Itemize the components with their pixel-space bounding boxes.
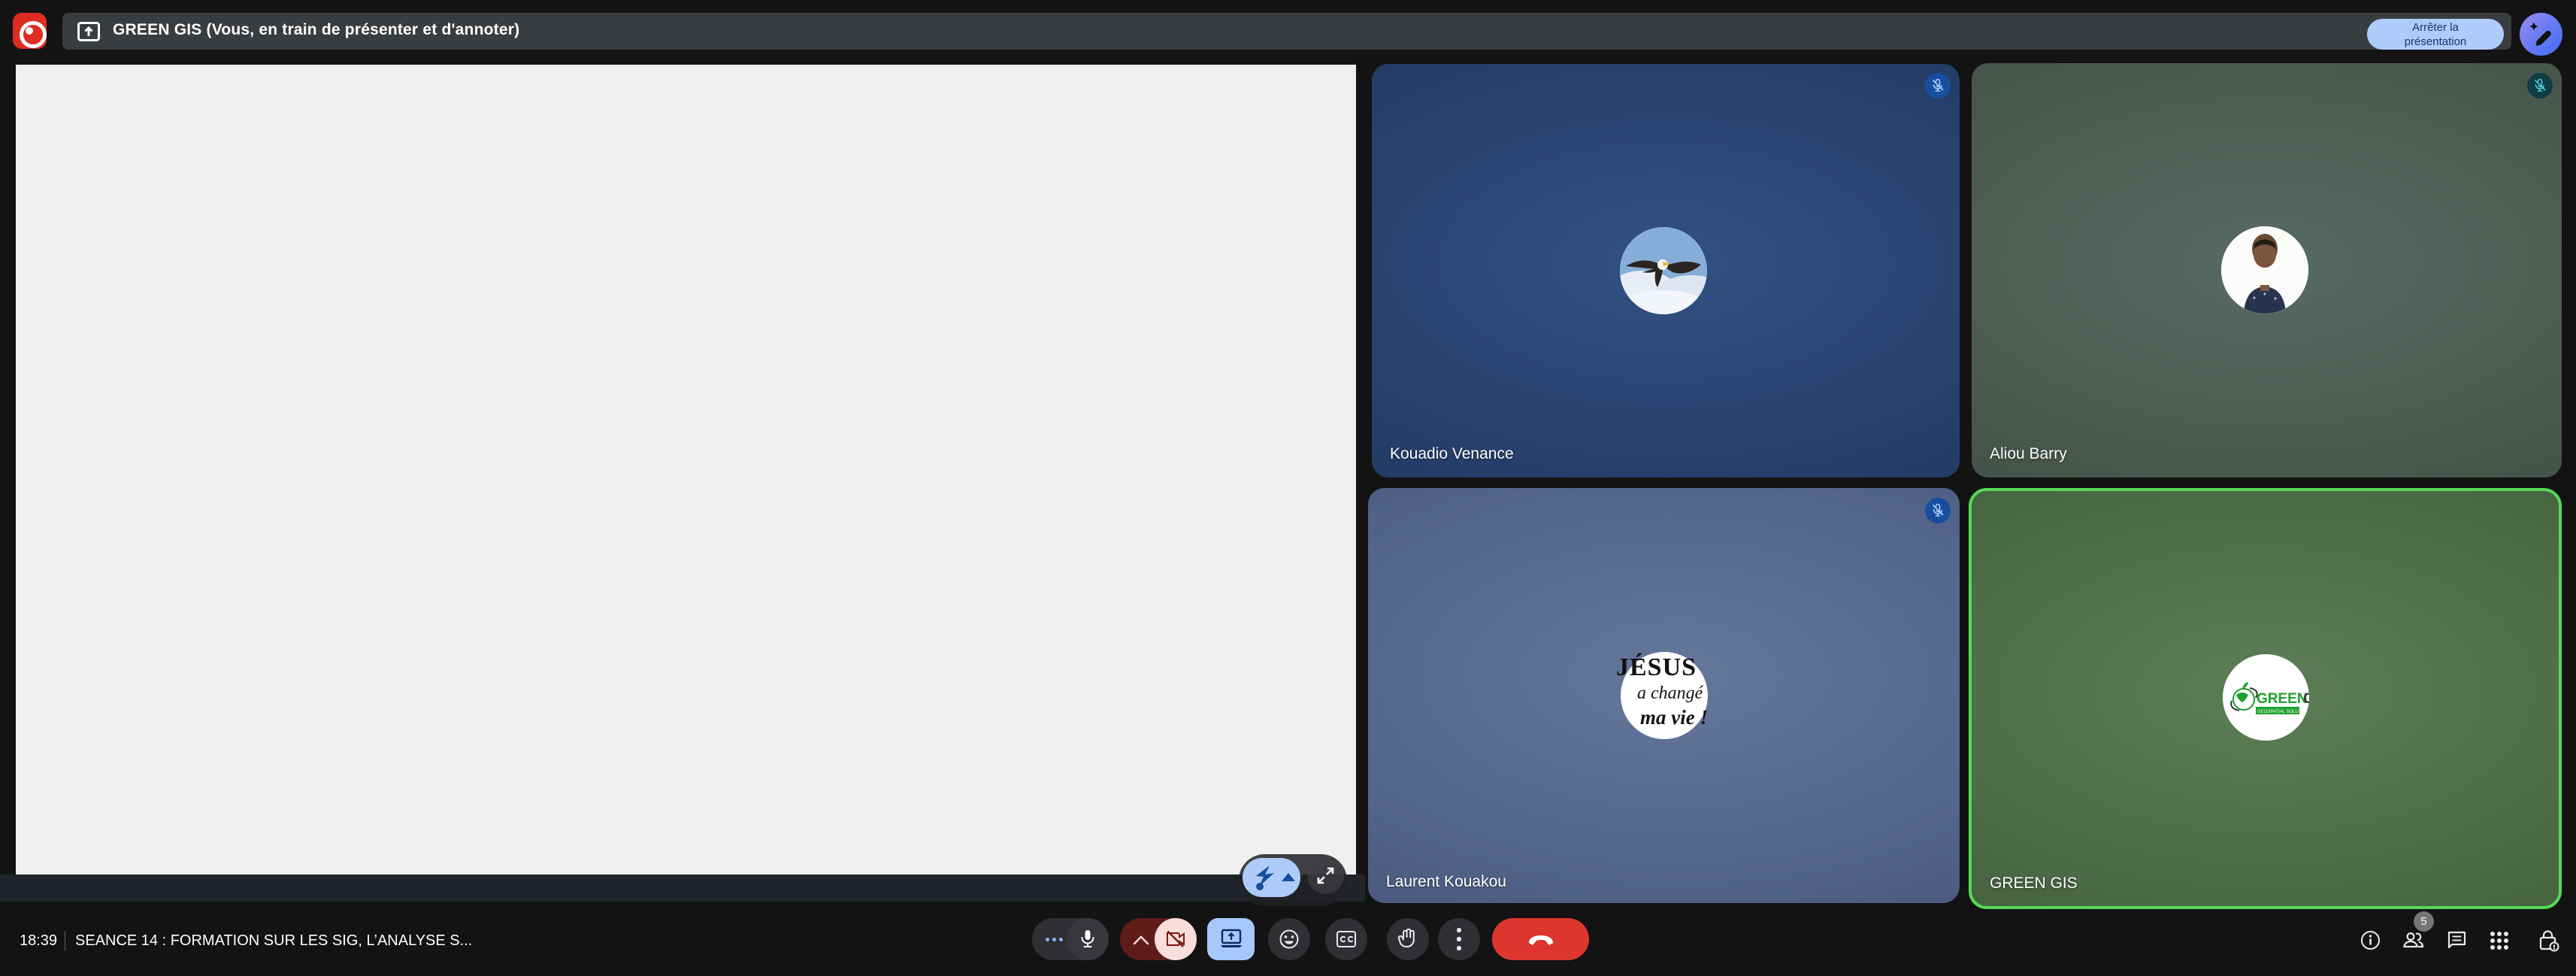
svg-text:GREEN: GREEN bbox=[2257, 691, 2308, 707]
svg-text:GEOSPATIAL SOLUTION FOR NATURE: GEOSPATIAL SOLUTION FOR NATURE bbox=[2257, 710, 2309, 714]
svg-text:GIS: GIS bbox=[2303, 691, 2309, 707]
